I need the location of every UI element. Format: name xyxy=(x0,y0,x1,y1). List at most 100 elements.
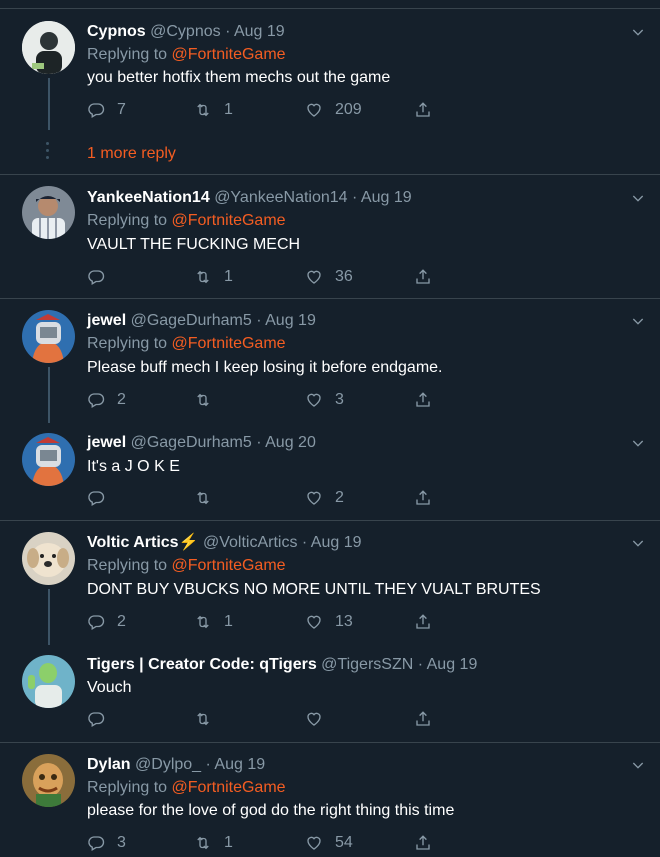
handle[interactable]: @TigersSZN xyxy=(321,656,413,673)
timestamp[interactable]: · Aug 19 xyxy=(256,312,316,329)
timestamp[interactable]: · Aug 19 xyxy=(352,189,412,206)
tweet-text: VAULT THE FUCKING MECH xyxy=(87,236,301,253)
avatar[interactable] xyxy=(22,655,75,708)
retweet-button[interactable]: 1 xyxy=(194,99,233,121)
replying-to-link[interactable]: @FortniteGame xyxy=(172,335,286,352)
share-icon xyxy=(414,834,432,852)
timestamp[interactable]: · Aug 20 xyxy=(256,434,316,451)
tweet-text: Vouch xyxy=(87,679,132,696)
like-button[interactable]: 3 xyxy=(305,389,344,411)
reply-button[interactable]: 7 xyxy=(87,99,126,121)
chevron-down-icon[interactable] xyxy=(630,313,646,329)
display-name[interactable]: jewel xyxy=(87,312,126,329)
like-button[interactable]: 13 xyxy=(305,611,353,633)
tweet-actions: 7 1 209 xyxy=(87,99,447,121)
reply-icon xyxy=(87,391,105,409)
share-icon xyxy=(414,613,432,631)
share-icon xyxy=(414,391,432,409)
avatar[interactable] xyxy=(22,310,75,363)
tweet-header: Dylan @Dylpo_ · Aug 19 xyxy=(87,755,265,775)
share-button[interactable] xyxy=(414,832,432,854)
reply-button[interactable] xyxy=(87,487,117,509)
display-name[interactable]: Cypnos xyxy=(87,23,146,40)
tweet-actions: 1 36 xyxy=(87,266,447,288)
more-replies-link[interactable]: 1 more reply xyxy=(87,144,176,164)
reply-button[interactable]: 2 xyxy=(87,611,126,633)
display-name[interactable]: jewel xyxy=(87,434,126,451)
tweet-text: please for the love of god do the right … xyxy=(87,802,455,819)
display-name[interactable]: Dylan xyxy=(87,756,131,773)
handle[interactable]: @GageDurham5 xyxy=(131,312,252,329)
replying-to-link[interactable]: @FortniteGame xyxy=(172,212,286,229)
share-button[interactable] xyxy=(414,389,432,411)
timestamp[interactable]: · Aug 19 xyxy=(225,23,285,40)
replying-to-label: Replying to xyxy=(87,779,168,796)
reply-count: 2 xyxy=(117,613,126,630)
like-count: 54 xyxy=(335,834,353,851)
reply-button[interactable] xyxy=(87,708,117,730)
replying-to-label: Replying to xyxy=(87,212,168,229)
heart-icon xyxy=(305,101,323,119)
retweet-count: 1 xyxy=(224,268,233,285)
avatar[interactable] xyxy=(22,186,75,239)
divider xyxy=(0,298,660,299)
replying-to-link[interactable]: @FortniteGame xyxy=(172,779,286,796)
like-button[interactable] xyxy=(305,708,335,730)
retweet-button[interactable] xyxy=(194,487,224,509)
retweet-button[interactable]: 1 xyxy=(194,832,233,854)
like-button[interactable]: 54 xyxy=(305,832,353,854)
like-button[interactable]: 209 xyxy=(305,99,362,121)
tweet-actions: 2 1 13 xyxy=(87,611,447,633)
avatar[interactable] xyxy=(22,754,75,807)
like-count: 3 xyxy=(335,391,344,408)
display-name[interactable]: Voltic Artics⚡ xyxy=(87,534,199,551)
handle[interactable]: @YankeeNation14 xyxy=(214,189,347,206)
divider xyxy=(0,174,660,175)
retweet-icon xyxy=(194,613,212,631)
chevron-down-icon[interactable] xyxy=(630,190,646,206)
reply-button[interactable]: 3 xyxy=(87,832,126,854)
share-button[interactable] xyxy=(414,487,432,509)
handle[interactable]: @Dylpo_ xyxy=(135,756,201,773)
chevron-down-icon[interactable] xyxy=(630,535,646,551)
retweet-button[interactable]: 1 xyxy=(194,266,233,288)
reply-button[interactable]: 2 xyxy=(87,389,126,411)
reply-button[interactable] xyxy=(87,266,117,288)
handle[interactable]: @VolticArtics xyxy=(203,534,297,551)
retweet-button[interactable] xyxy=(194,389,224,411)
avatar[interactable] xyxy=(22,433,75,486)
share-button[interactable] xyxy=(414,266,432,288)
timestamp[interactable]: · Aug 19 xyxy=(418,656,478,673)
retweet-icon xyxy=(194,834,212,852)
replying-to: Replying to @FortniteGame xyxy=(87,334,286,354)
like-button[interactable]: 2 xyxy=(305,487,344,509)
handle[interactable]: @Cypnos xyxy=(150,23,221,40)
avatar[interactable] xyxy=(22,21,75,74)
replying-to-link[interactable]: @FortniteGame xyxy=(172,46,286,63)
replying-to-label: Replying to xyxy=(87,335,168,352)
display-name[interactable]: YankeeNation14 xyxy=(87,189,210,206)
retweet-button[interactable] xyxy=(194,708,224,730)
chevron-down-icon[interactable] xyxy=(630,24,646,40)
timestamp[interactable]: · Aug 19 xyxy=(206,756,266,773)
share-button[interactable] xyxy=(414,708,432,730)
retweet-count: 1 xyxy=(224,834,233,851)
replying-to: Replying to @FortniteGame xyxy=(87,778,286,798)
avatar[interactable] xyxy=(22,532,75,585)
share-button[interactable] xyxy=(414,99,432,121)
thread-line xyxy=(48,589,50,645)
retweet-button[interactable]: 1 xyxy=(194,611,233,633)
chevron-down-icon[interactable] xyxy=(630,757,646,773)
replying-to-link[interactable]: @FortniteGame xyxy=(172,557,286,574)
thread-line xyxy=(48,367,50,423)
reply-icon xyxy=(87,101,105,119)
chevron-down-icon[interactable] xyxy=(630,435,646,451)
like-button[interactable]: 36 xyxy=(305,266,353,288)
handle[interactable]: @GageDurham5 xyxy=(131,434,252,451)
display-name[interactable]: Tigers | Creator Code: qTigers xyxy=(87,656,317,673)
heart-icon xyxy=(305,268,323,286)
timestamp[interactable]: · Aug 19 xyxy=(302,534,362,551)
divider xyxy=(0,742,660,743)
share-button[interactable] xyxy=(414,611,432,633)
tweet-actions: 2 xyxy=(87,487,447,509)
